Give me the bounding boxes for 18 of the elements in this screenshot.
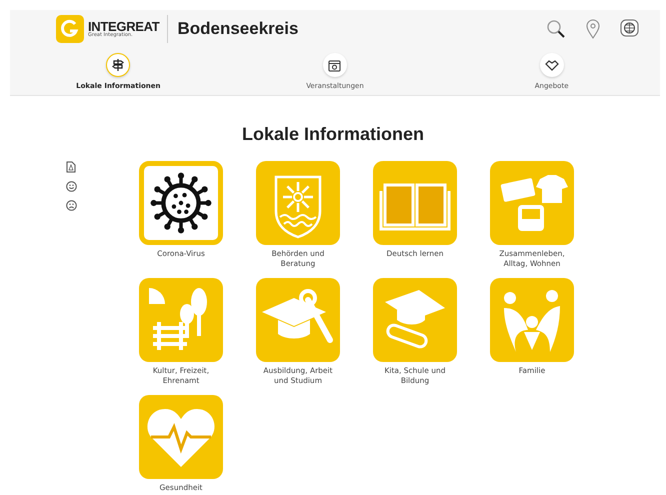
- crest-icon: [274, 176, 322, 238]
- location-pin-icon[interactable]: [586, 19, 600, 39]
- signpost-icon: [111, 58, 126, 72]
- brand-name: INTEGREAT: [88, 20, 160, 33]
- sad-face-icon[interactable]: [66, 200, 77, 211]
- pdf-icon[interactable]: [66, 161, 76, 173]
- region-name: Bodenseekreis: [177, 19, 298, 39]
- book-icon: [380, 184, 450, 230]
- family-icon: [504, 290, 560, 352]
- calendar-icon: [328, 58, 342, 72]
- language-globe-icon[interactable]: [620, 19, 640, 39]
- cap-wrench-icon: [262, 289, 333, 343]
- virus-icon: [150, 172, 212, 234]
- smiley-icon[interactable]: [66, 181, 77, 192]
- logo-icon: [56, 15, 84, 43]
- heart-pulse-icon: [148, 409, 214, 467]
- page-title: Lokale Informationen: [240, 124, 426, 145]
- search-icon[interactable]: [546, 19, 566, 39]
